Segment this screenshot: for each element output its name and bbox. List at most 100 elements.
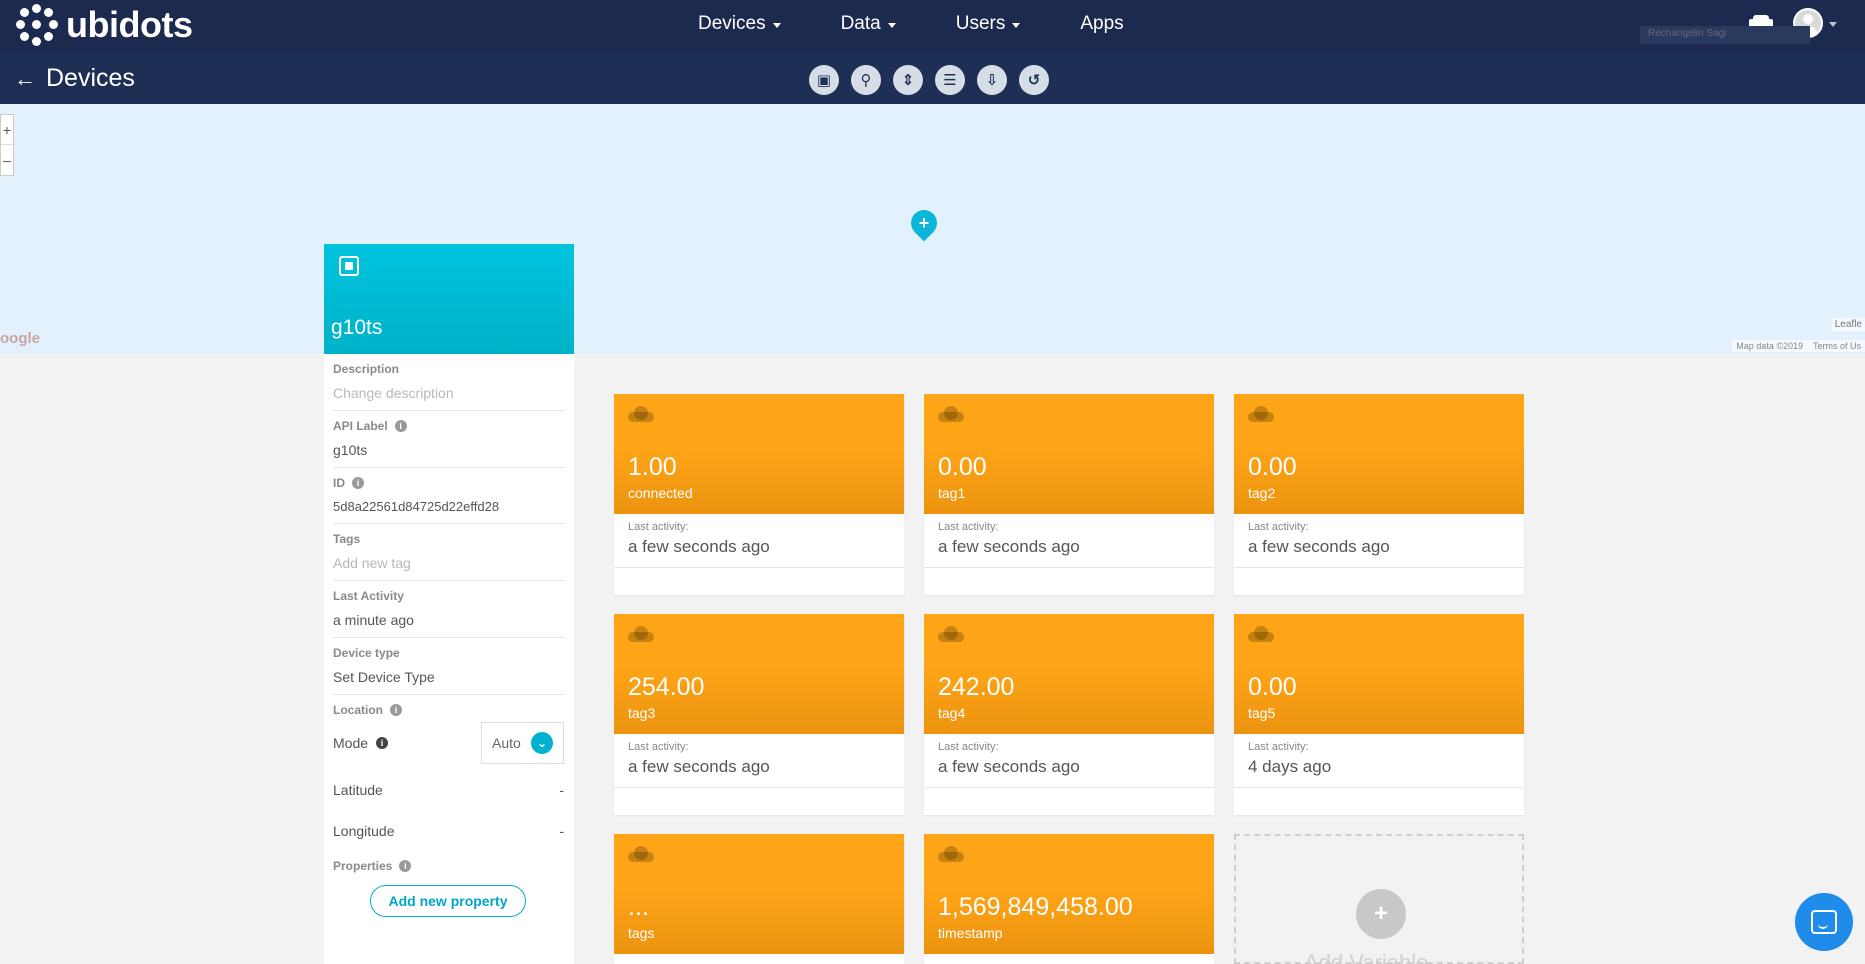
download-icon: ⇩ bbox=[985, 72, 999, 89]
variable-card-footer: Last activity: a few seconds ago bbox=[614, 514, 904, 557]
latitude-label: Latitude bbox=[333, 781, 383, 798]
variable-name: timestamp bbox=[938, 925, 1003, 941]
id-label: ID bbox=[333, 476, 345, 490]
info-icon[interactable]: i bbox=[376, 737, 389, 749]
variable-card[interactable]: 242.00 tag4 Last activity: a few seconds… bbox=[924, 614, 1214, 815]
variable-card[interactable]: 1.00 connected Last activity: a few seco… bbox=[614, 394, 904, 595]
back-to-devices[interactable]: ← Devices bbox=[14, 64, 135, 93]
zoom-out-button[interactable]: – bbox=[1, 145, 13, 175]
cloud-upload-icon bbox=[628, 406, 654, 422]
tags-label: Tags bbox=[333, 532, 361, 546]
ubidots-logo[interactable]: ubidots bbox=[16, 4, 193, 46]
terms-link[interactable]: Terms of Us bbox=[1813, 341, 1861, 351]
map-zoom-control: + – bbox=[0, 114, 14, 176]
tags-input[interactable]: Add new tag bbox=[333, 555, 564, 571]
chip-button[interactable]: ▣ bbox=[809, 65, 839, 95]
list-button[interactable]: ☰ bbox=[935, 65, 965, 95]
card-divider bbox=[614, 567, 904, 591]
search-button[interactable]: ⚲ bbox=[851, 65, 881, 95]
brand-name: ubidots bbox=[66, 4, 193, 45]
last-activity-value: 4 days ago bbox=[1248, 757, 1332, 776]
refresh-button[interactable]: ↺ bbox=[1019, 65, 1049, 95]
add-property-button[interactable]: Add new property bbox=[370, 885, 526, 917]
search-icon: ⚲ bbox=[860, 72, 872, 89]
nav-devices[interactable]: Devices bbox=[698, 13, 781, 35]
variable-card[interactable]: ... tags bbox=[614, 834, 904, 964]
list-icon: ☰ bbox=[943, 72, 957, 89]
api-label-label: API Label bbox=[333, 419, 388, 433]
api-label-value[interactable]: g10ts bbox=[333, 442, 564, 458]
nav-users-label: Users bbox=[955, 13, 1006, 34]
map-pin-icon[interactable]: + bbox=[905, 204, 943, 242]
variable-card[interactable]: 254.00 tag3 Last activity: a few seconds… bbox=[614, 614, 904, 815]
google-logo: oogle bbox=[0, 330, 40, 347]
variable-card-footer: Last activity: a few seconds ago bbox=[924, 734, 1214, 777]
mode-value: Auto bbox=[492, 735, 521, 751]
description-input[interactable]: Change description bbox=[333, 385, 564, 401]
arrow-left-icon: ← bbox=[14, 65, 36, 91]
add-variable-card[interactable]: + Add Variable bbox=[1234, 834, 1524, 964]
caret-down-icon bbox=[1829, 21, 1837, 27]
variable-name: tag1 bbox=[938, 485, 966, 501]
caret-down-icon bbox=[772, 22, 781, 28]
last-activity-label: Last activity: bbox=[628, 741, 689, 753]
nav-data-label: Data bbox=[840, 13, 881, 34]
device-type-value[interactable]: Set Device Type bbox=[333, 669, 564, 685]
variable-card-header: 1.00 connected bbox=[614, 394, 904, 514]
device-chip-icon bbox=[339, 256, 359, 276]
chat-launcher-button[interactable] bbox=[1795, 893, 1853, 951]
map-data-text: Map data ©2019 bbox=[1736, 341, 1803, 351]
zoom-in-button[interactable]: + bbox=[1, 115, 13, 145]
download-button[interactable]: ⇩ bbox=[977, 65, 1007, 95]
nav-apps-label: Apps bbox=[1080, 13, 1124, 34]
description-label: Description bbox=[333, 362, 400, 376]
location-heading: Location i bbox=[333, 703, 564, 717]
variable-card-header: 0.00 tag2 bbox=[1234, 394, 1524, 514]
location-label: Location bbox=[333, 703, 383, 717]
location-mode-row: Mode i Auto ⌄ bbox=[333, 717, 564, 769]
mode-select[interactable]: Auto ⌄ bbox=[481, 722, 564, 764]
variable-value: 0.00 bbox=[1248, 453, 1297, 481]
device-id-value: 5d8a22561d84725d22effd28 bbox=[333, 499, 500, 514]
variable-card-header: 0.00 tag1 bbox=[924, 394, 1214, 514]
variable-card[interactable]: 0.00 tag5 Last activity: 4 days ago bbox=[1234, 614, 1524, 815]
info-icon[interactable]: i bbox=[399, 860, 412, 872]
nav-data[interactable]: Data bbox=[841, 13, 896, 35]
leaflet-attribution[interactable]: Leafle bbox=[1831, 318, 1865, 331]
variable-name: tag5 bbox=[1248, 705, 1276, 721]
device-map[interactable]: Rechangelin Sagi + – + oogle Leafle Map … bbox=[0, 26, 1865, 354]
caret-down-icon bbox=[1012, 22, 1021, 28]
last-activity-value: a minute ago bbox=[333, 612, 414, 628]
device-name: g10ts bbox=[331, 316, 383, 339]
sort-button[interactable]: ⇕ bbox=[893, 65, 923, 95]
variable-card-header: ... tags bbox=[614, 834, 904, 954]
last-activity-label: Last activity: bbox=[938, 521, 999, 533]
id-field: ID i 5d8a22561d84725d22effd28 bbox=[333, 468, 564, 524]
map-attribution: Map data ©2019 Terms of Us bbox=[1732, 340, 1865, 352]
cloud-upload-icon bbox=[1248, 626, 1274, 642]
variable-card[interactable]: 1,569,849,458.00 timestamp bbox=[924, 834, 1214, 964]
info-icon[interactable]: i bbox=[390, 704, 402, 716]
card-divider bbox=[614, 787, 904, 811]
variable-name: tag3 bbox=[628, 705, 656, 721]
id-heading: ID i bbox=[333, 476, 564, 490]
cloud-upload-icon bbox=[938, 406, 964, 422]
info-icon[interactable]: i bbox=[394, 420, 407, 432]
last-activity-label: Last activity: bbox=[1248, 741, 1309, 753]
nav-devices-label: Devices bbox=[698, 13, 766, 34]
nav-apps[interactable]: Apps bbox=[1080, 13, 1123, 35]
latitude-value: - bbox=[559, 781, 564, 798]
info-icon[interactable]: i bbox=[352, 477, 364, 489]
map-type-toggle[interactable]: Rechangelin Sagi bbox=[1640, 26, 1810, 44]
api-label-field: API Label i g10ts bbox=[333, 411, 564, 468]
longitude-value: - bbox=[559, 822, 564, 839]
nav-users[interactable]: Users bbox=[956, 13, 1021, 35]
variable-card-header: 0.00 tag5 bbox=[1234, 614, 1524, 734]
last-activity-value: a few seconds ago bbox=[1248, 537, 1390, 556]
last-activity-field: Last Activity a minute ago bbox=[333, 581, 564, 638]
page-title: Devices bbox=[46, 64, 135, 92]
card-divider bbox=[924, 567, 1214, 591]
variable-card[interactable]: 0.00 tag1 Last activity: a few seconds a… bbox=[924, 394, 1214, 595]
cloud-upload-icon bbox=[938, 626, 964, 642]
variable-card[interactable]: 0.00 tag2 Last activity: a few seconds a… bbox=[1234, 394, 1524, 595]
